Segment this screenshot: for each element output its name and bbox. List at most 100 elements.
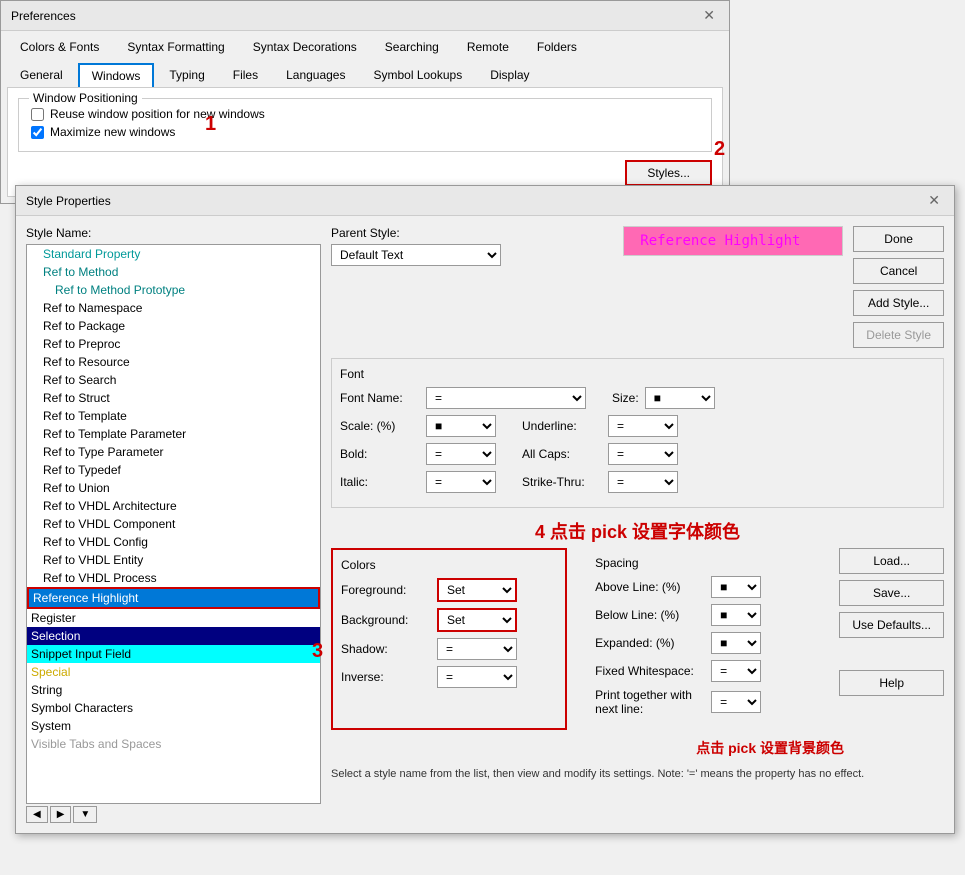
list-item[interactable]: Standard Property [27, 245, 320, 263]
list-item[interactable]: Ref to Namespace [27, 299, 320, 317]
bold-select[interactable]: = [426, 443, 496, 465]
foreground-select[interactable]: Set [437, 578, 517, 602]
background-select[interactable]: Set [437, 608, 517, 632]
tab-searching[interactable]: Searching [372, 35, 452, 59]
inverse-label: Inverse: [341, 670, 431, 684]
preferences-close-button[interactable]: ✕ [699, 7, 719, 24]
list-scroll-right[interactable]: ▶ [50, 806, 72, 823]
tab-syntax-formatting[interactable]: Syntax Formatting [114, 35, 237, 59]
tab-general[interactable]: General [7, 63, 76, 87]
dialog-close-button[interactable]: ✕ [924, 192, 944, 209]
inverse-select[interactable]: = [437, 666, 517, 688]
step3-label: 3 [312, 640, 323, 663]
tab-syntax-decorations[interactable]: Syntax Decorations [240, 35, 370, 59]
reuse-window-checkbox[interactable] [31, 108, 44, 121]
list-item[interactable]: String [27, 681, 320, 699]
style-list-container[interactable]: Standard Property Ref to Method Ref to M… [26, 244, 321, 804]
font-name-select[interactable]: = [426, 387, 586, 409]
step1-label: 1 [205, 113, 216, 136]
tab-symbol-lookups[interactable]: Symbol Lookups [360, 63, 475, 87]
below-line-row: Below Line: (%) ■ [595, 604, 811, 626]
expanded-row: Expanded: (%) ■ [595, 632, 811, 654]
delete-style-button[interactable]: Delete Style [853, 322, 944, 348]
scale-select[interactable]: ■ [426, 415, 496, 437]
styles-button-row: Styles... [18, 160, 712, 186]
tab-languages[interactable]: Languages [273, 63, 358, 87]
tabs-row2: General Windows Typing Files Languages S… [1, 59, 729, 87]
list-item[interactable]: Ref to Template Parameter [27, 425, 320, 443]
list-item[interactable]: Ref to Struct [27, 389, 320, 407]
scale-row: Scale: (%) ■ Underline: = [340, 415, 935, 437]
list-item[interactable]: Ref to Typedef [27, 461, 320, 479]
tab-windows[interactable]: Windows [78, 63, 155, 87]
dialog-body: Style Name: Standard Property Ref to Met… [16, 216, 954, 833]
shadow-select[interactable]: = [437, 638, 517, 660]
style-properties-dialog: Style Properties ✕ Style Name: Standard … [15, 185, 955, 834]
list-item[interactable]: Ref to VHDL Architecture [27, 497, 320, 515]
list-item[interactable]: Ref to Method Prototype [27, 281, 320, 299]
tab-display[interactable]: Display [477, 63, 542, 87]
cancel-button[interactable]: Cancel [853, 258, 944, 284]
list-item[interactable]: Ref to Union [27, 479, 320, 497]
maximize-windows-checkbox[interactable] [31, 126, 44, 139]
underline-select[interactable]: = [608, 415, 678, 437]
list-item[interactable]: Selection [27, 627, 320, 645]
list-item[interactable]: Ref to Preproc [27, 335, 320, 353]
list-item[interactable]: Ref to Template [27, 407, 320, 425]
list-item[interactable]: Ref to Search [27, 371, 320, 389]
list-item[interactable]: Register [27, 609, 320, 627]
list-item[interactable]: Ref to VHDL Config [27, 533, 320, 551]
size-select[interactable]: ■ [645, 387, 715, 409]
above-line-select[interactable]: ■ [711, 576, 761, 598]
action-buttons: Done Cancel Add Style... Delete Style [853, 226, 944, 348]
strikethru-select[interactable]: = [608, 471, 678, 493]
parent-style-select[interactable]: Default Text [331, 244, 501, 266]
expanded-select[interactable]: ■ [711, 632, 761, 654]
add-style-button[interactable]: Add Style... [853, 290, 944, 316]
done-button[interactable]: Done [853, 226, 944, 252]
list-item[interactable]: Ref to VHDL Component [27, 515, 320, 533]
font-section: Font Font Name: = Size: ■ Scale: (%) ■ [331, 358, 944, 508]
load-button[interactable]: Load... [839, 548, 944, 574]
tab-colors-fonts[interactable]: Colors & Fonts [7, 35, 112, 59]
styles-button[interactable]: Styles... [625, 160, 712, 186]
list-item[interactable]: Symbol Characters [27, 699, 320, 717]
list-item[interactable]: Ref to VHDL Entity [27, 551, 320, 569]
italic-select[interactable]: = [426, 471, 496, 493]
list-item[interactable]: Ref to Type Parameter [27, 443, 320, 461]
preferences-title-bar: Preferences ✕ [1, 1, 729, 31]
tab-folders[interactable]: Folders [524, 35, 590, 59]
step4b-annotation: 点击 pick 设置背景颜色 [331, 738, 844, 758]
below-line-select[interactable]: ■ [711, 604, 761, 626]
list-item[interactable]: Ref to Package [27, 317, 320, 335]
fixed-whitespace-select[interactable]: = [711, 660, 761, 682]
checkbox-row-2: Maximize new windows [31, 125, 699, 139]
list-item[interactable]: Visible Tabs and Spaces [27, 735, 320, 753]
list-item[interactable]: Special [27, 663, 320, 681]
help-button[interactable]: Help [839, 670, 944, 696]
tab-files[interactable]: Files [220, 63, 271, 87]
save-button[interactable]: Save... [839, 580, 944, 606]
checkbox-row-1: Reuse window position for new windows [31, 107, 699, 121]
font-section-title: Font [340, 367, 935, 381]
shadow-label: Shadow: [341, 642, 431, 656]
all-caps-select[interactable]: = [608, 443, 678, 465]
list-item-selected[interactable]: Reference Highlight [27, 587, 320, 609]
list-item[interactable]: Snippet Input Field [27, 645, 320, 663]
list-item[interactable]: Ref to Method [27, 263, 320, 281]
tab-remote[interactable]: Remote [454, 35, 522, 59]
reuse-window-label: Reuse window position for new windows [50, 107, 265, 121]
print-together-select[interactable]: = [711, 691, 761, 713]
list-scroll-down[interactable]: ▼ [73, 806, 97, 823]
tab-typing[interactable]: Typing [156, 63, 217, 87]
spacing-section: Spacing Above Line: (%) ■ Below Line: (%… [587, 548, 819, 730]
fixed-whitespace-row: Fixed Whitespace: = [595, 660, 811, 682]
list-item[interactable]: Ref to VHDL Process [27, 569, 320, 587]
style-list-panel: Style Name: Standard Property Ref to Met… [26, 226, 321, 823]
use-defaults-button[interactable]: Use Defaults... [839, 612, 944, 638]
scale-label: Scale: (%) [340, 419, 420, 433]
right-panel: Parent Style: Default Text Reference Hig… [331, 226, 944, 823]
list-scroll-left[interactable]: ◀ [26, 806, 48, 823]
list-item[interactable]: Ref to Resource [27, 353, 320, 371]
list-item[interactable]: System [27, 717, 320, 735]
